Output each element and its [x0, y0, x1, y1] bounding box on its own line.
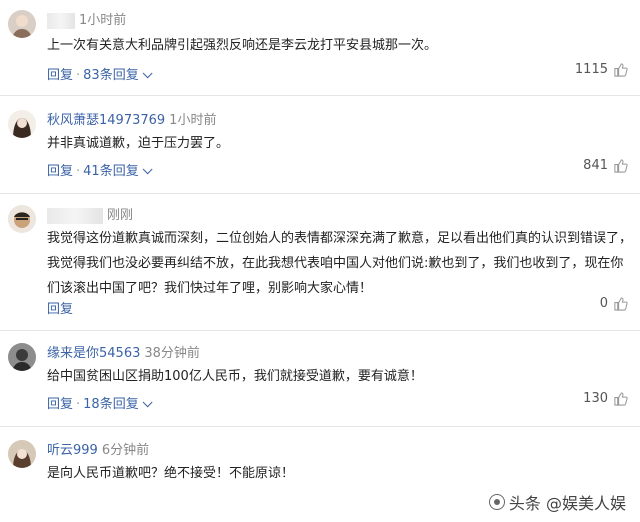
- comment-header: 秋风萧瑟14973769 1小时前: [47, 112, 216, 130]
- reply-button[interactable]: 回复: [47, 164, 73, 179]
- comment-header: 刚刚: [47, 207, 133, 225]
- comment-header: 缘来是你54563 38分钟前: [47, 345, 200, 363]
- thumbs-up-icon: [614, 63, 628, 77]
- avatar[interactable]: [8, 205, 36, 233]
- comment-actions: 回复: [47, 298, 73, 317]
- comment-actions: 回复 · 41条回复: [47, 160, 153, 179]
- comment-header: 1小时前: [47, 12, 126, 30]
- comment-actions: 回复 · 18条回复: [47, 393, 153, 412]
- divider: [0, 193, 640, 194]
- comment-item: 刚刚 我觉得这份道歉真诚而深刻，二位创始人的表情都深深充满了歉意，足以看出他们真…: [0, 205, 640, 325]
- comment-item: 缘来是你54563 38分钟前 给中国贫困山区捐助100亿人民币，我们就接受道歉，…: [0, 343, 640, 423]
- like-button[interactable]: 130: [583, 391, 628, 406]
- view-replies-link[interactable]: 18条回复: [83, 397, 153, 412]
- toutiao-logo-icon: [488, 494, 505, 510]
- comment-time: 1小时前: [169, 113, 217, 128]
- comment-time: 刚刚: [107, 208, 134, 223]
- username[interactable]: 缘来是你54563: [47, 346, 140, 361]
- divider: [0, 95, 640, 96]
- comment-text: 并非真诚道歉，迫于压力罢了。: [47, 136, 230, 151]
- like-count: 0: [599, 296, 608, 311]
- reply-button[interactable]: 回复: [47, 397, 73, 412]
- like-count: 1115: [574, 62, 608, 77]
- username-redacted: [47, 207, 103, 224]
- comment-text: 我觉得这份道歉真诚而深刻，二位创始人的表情都深深充满了歉意，足以看出他们真的认识…: [47, 231, 633, 296]
- thumbs-up-icon: [614, 297, 628, 311]
- watermark: 头条 @娱美人娱: [488, 490, 626, 514]
- reply-button[interactable]: 回复: [47, 68, 73, 83]
- like-button[interactable]: 841: [583, 158, 628, 173]
- username-redacted: [47, 12, 75, 29]
- chevron-down-icon: [142, 164, 153, 175]
- like-button[interactable]: 0: [600, 296, 628, 311]
- avatar[interactable]: [8, 110, 36, 138]
- comment-time: 38分钟前: [144, 346, 200, 361]
- like-count: 841: [583, 158, 608, 173]
- comment-text: 是向人民币道歉吧？绝不接受！不能原谅！: [47, 466, 295, 481]
- avatar[interactable]: [8, 10, 36, 38]
- username[interactable]: 秋风萧瑟14973769: [47, 113, 165, 128]
- reply-button[interactable]: 回复: [47, 302, 73, 317]
- comment-header: 听云999 6分钟前: [47, 442, 149, 460]
- comment-actions: 回复 · 83条回复: [47, 64, 153, 83]
- username[interactable]: 听云999: [47, 443, 98, 458]
- thumbs-up-icon: [614, 392, 628, 406]
- avatar[interactable]: [8, 440, 36, 468]
- like-count: 130: [583, 391, 608, 406]
- comment-item: 秋风萧瑟14973769 1小时前 并非真诚道歉，迫于压力罢了。 回复 · 41条回复…: [0, 110, 640, 190]
- chevron-down-icon: [142, 68, 153, 79]
- thumbs-up-icon: [614, 159, 628, 173]
- chevron-down-icon: [142, 397, 153, 408]
- avatar[interactable]: [8, 343, 36, 371]
- like-button[interactable]: 1115: [575, 62, 628, 77]
- divider: [0, 330, 640, 331]
- comment-item: 1小时前 上一次有关意大利品牌引起强烈反响还是李云龙打平安县城那一次。 回复 · 8…: [0, 10, 640, 95]
- comment-text: 给中国贫困山区捐助100亿人民币，我们就接受道歉，要有诚意！: [47, 369, 423, 384]
- comment-list: 1小时前 上一次有关意大利品牌引起强烈反响还是李云龙打平安县城那一次。 回复 · 8…: [0, 0, 640, 522]
- comment-text: 上一次有关意大利品牌引起强烈反响还是李云龙打平安县城那一次。: [47, 38, 438, 53]
- view-replies-link[interactable]: 41条回复: [83, 164, 153, 179]
- divider: [0, 426, 640, 427]
- comment-time: 6分钟前: [101, 443, 150, 458]
- comment-time: 1小时前: [79, 13, 127, 28]
- view-replies-link[interactable]: 83条回复: [83, 68, 153, 83]
